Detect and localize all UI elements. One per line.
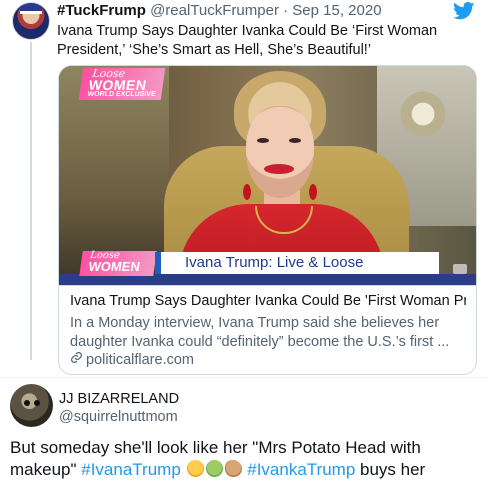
loose-women-logo-top: Loose WOMEN WORLD EXCLUSIVE bbox=[78, 67, 166, 100]
image-face bbox=[246, 106, 314, 198]
tweet1-handle[interactable]: @realTuckFrumper bbox=[150, 2, 279, 19]
logo-top-sub: WORLD EXCLUSIVE bbox=[87, 91, 157, 98]
tweet1-separator: · bbox=[283, 2, 289, 19]
nauseated-face-emoji bbox=[205, 460, 223, 477]
image-flowers bbox=[399, 86, 459, 156]
loose-women-logo-bottom: Loose WOMEN bbox=[79, 250, 157, 276]
broadcaster-watermark bbox=[453, 264, 467, 274]
hashtag-ivanatrump[interactable]: #IvanaTrump bbox=[81, 460, 181, 479]
card-domain-text: politicalflare.com bbox=[86, 352, 194, 368]
tweet1-avatar[interactable] bbox=[12, 2, 50, 40]
avatar2-eye-right bbox=[34, 400, 40, 406]
image-eye-right bbox=[289, 138, 301, 143]
link-icon bbox=[71, 352, 82, 363]
tweet2-display-name[interactable]: JJ BIZARRELAND bbox=[59, 391, 179, 407]
lower-third-text: Ivana Trump: Live & Loose bbox=[185, 254, 364, 271]
tweet2-avatar[interactable] bbox=[10, 384, 53, 427]
tweet1-text: Ivana Trump Says Daughter Ivanka Could B… bbox=[57, 23, 438, 58]
avatar-hat-stripe bbox=[20, 11, 42, 14]
tweet2-handle[interactable]: @squirrelnuttmom bbox=[59, 409, 178, 425]
card-description: In a Monday interview, Ivana Trump said … bbox=[70, 315, 450, 350]
tweet2-text: But someday she'll look like her "Mrs Po… bbox=[10, 437, 480, 481]
hashtag-ivankatrump[interactable]: #IvankaTrump bbox=[247, 460, 355, 479]
potato-emoji bbox=[224, 460, 242, 477]
link-preview-card[interactable]: Loose WOMEN WORLD EXCLUSIVE Loose WOMEN … bbox=[58, 65, 477, 375]
thread-connector-line bbox=[30, 42, 32, 360]
tweet1-header: #TuckFrump @realTuckFrumper · Sep 15, 20… bbox=[57, 2, 382, 19]
rolling-on-floor-laughing-emoji bbox=[186, 460, 204, 477]
card-title: Ivana Trump Says Daughter Ivanka Could B… bbox=[70, 293, 466, 309]
twitter-bird-icon[interactable] bbox=[453, 2, 475, 20]
card-image[interactable]: Loose WOMEN WORLD EXCLUSIVE Loose WOMEN … bbox=[59, 66, 476, 285]
tweet1-display-name[interactable]: #TuckFrump bbox=[57, 2, 146, 19]
card-domain: politicalflare.com bbox=[70, 351, 194, 368]
logo-bottom-word: WOMEN bbox=[87, 259, 141, 274]
card-body[interactable]: Ivana Trump Says Daughter Ivanka Could B… bbox=[59, 285, 476, 374]
image-eye-left bbox=[257, 138, 269, 143]
tweet1-date[interactable]: Sep 15, 2020 bbox=[292, 2, 381, 19]
image-earring-right bbox=[309, 184, 317, 200]
image-lips bbox=[264, 164, 294, 174]
lower-third-caption: Ivana Trump: Live & Loose bbox=[155, 252, 439, 274]
tweet2-text-part2: buys her bbox=[355, 460, 426, 479]
image-earring-left bbox=[243, 184, 251, 200]
avatar2-eye-left bbox=[24, 400, 30, 406]
tweet-divider bbox=[0, 377, 488, 378]
